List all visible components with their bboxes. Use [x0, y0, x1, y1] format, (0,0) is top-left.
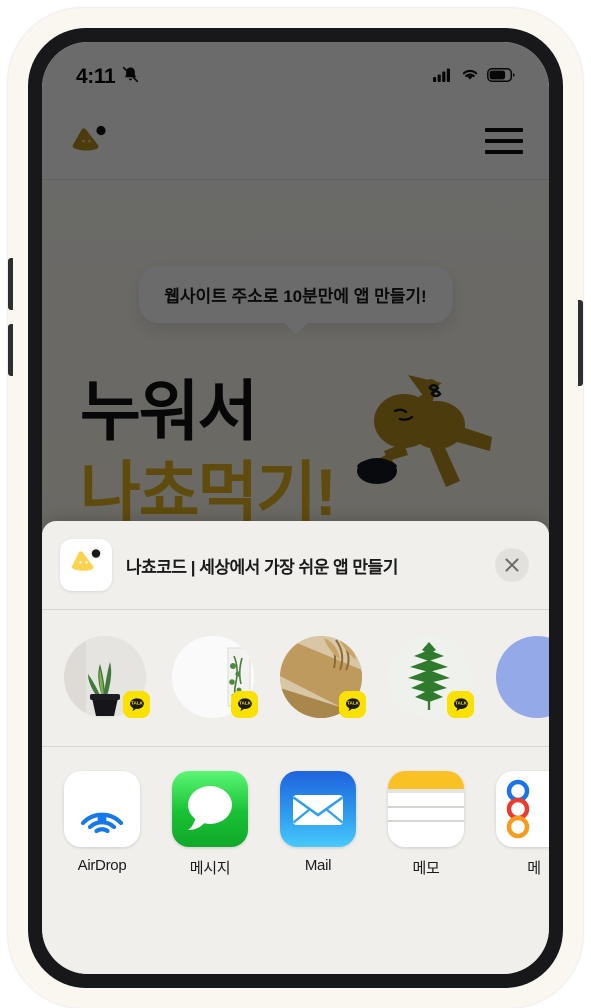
phone-frame: 4:11 — [8, 8, 583, 1008]
notes-icon — [388, 771, 464, 847]
share-app-label: AirDrop — [77, 857, 127, 874]
contact-suggestion-1[interactable]: TALK — [64, 636, 150, 718]
share-sheet-title: 나쵸코드 | 세상에서 가장 쉬운 앱 만들기 — [126, 557, 398, 577]
side-power-button[interactable] — [578, 300, 583, 386]
nachocode-app-icon — [60, 539, 112, 591]
share-app-label: 메 — [527, 860, 541, 877]
messages-icon — [172, 771, 248, 847]
share-app-more[interactable]: 메 — [496, 771, 549, 878]
colored-dots-app-icon — [496, 771, 549, 847]
close-icon[interactable] — [495, 548, 529, 582]
share-apps-row[interactable]: AirDrop 메시지 Mail 메모 메 — [42, 747, 549, 888]
contact-suggestion-5[interactable] — [496, 636, 549, 718]
share-sheet-header: 나쵸코드 | 세상에서 가장 쉬운 앱 만들기 — [42, 521, 549, 610]
avatar — [496, 636, 549, 718]
airdrop-icon — [64, 771, 140, 847]
mail-icon — [280, 771, 356, 847]
svg-text:TALK: TALK — [455, 700, 468, 705]
svg-text:TALK: TALK — [347, 700, 360, 705]
contact-suggestions-row[interactable]: TALK TALK TALK TALK — [42, 610, 549, 747]
share-app-label: 메시지 — [189, 860, 231, 877]
share-app-label: 메모 — [412, 860, 440, 877]
share-app-messages[interactable]: 메시지 — [172, 771, 248, 878]
share-app-notes[interactable]: 메모 — [388, 771, 464, 878]
svg-text:TALK: TALK — [239, 700, 252, 705]
contact-suggestion-4[interactable]: TALK — [388, 636, 474, 718]
phone-bezel: 4:11 — [28, 28, 563, 988]
kakaotalk-badge: TALK — [231, 691, 258, 718]
volume-up-button[interactable] — [8, 258, 13, 310]
contact-suggestion-2[interactable]: TALK — [172, 636, 258, 718]
kakaotalk-badge: TALK — [123, 691, 150, 718]
share-app-label: Mail — [304, 857, 332, 874]
phone-screen: 4:11 — [42, 42, 549, 974]
share-sheet: 나쵸코드 | 세상에서 가장 쉬운 앱 만들기 TALK TALK TALK T… — [42, 521, 549, 974]
svg-text:TALK: TALK — [131, 700, 144, 705]
contact-suggestion-3[interactable]: TALK — [280, 636, 366, 718]
share-app-mail[interactable]: Mail — [280, 771, 356, 874]
share-app-airdrop[interactable]: AirDrop — [64, 771, 140, 874]
volume-down-button[interactable] — [8, 324, 13, 376]
kakaotalk-badge: TALK — [447, 691, 474, 718]
kakaotalk-badge: TALK — [339, 691, 366, 718]
